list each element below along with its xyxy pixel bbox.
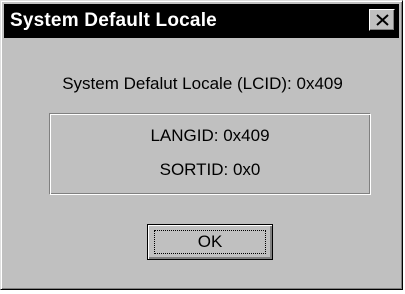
lcid-label: System Defalut Locale (LCID): 0x409: [62, 74, 343, 93]
title-bar[interactable]: System Default Locale: [4, 4, 399, 38]
close-button[interactable]: [369, 9, 395, 31]
dialog-window: System Default Locale System Defalut Loc…: [0, 0, 403, 290]
window-title: System Default Locale: [10, 10, 217, 31]
ok-button-label: OK: [197, 232, 223, 251]
langid-label: LANGID: 0x409: [150, 126, 270, 145]
close-icon: [376, 14, 389, 26]
ok-button[interactable]: OK: [147, 224, 273, 260]
sortid-label: SORTID: 0x0: [159, 160, 261, 179]
locale-details-group: LANGID: 0x409 SORTID: 0x0: [49, 113, 371, 195]
